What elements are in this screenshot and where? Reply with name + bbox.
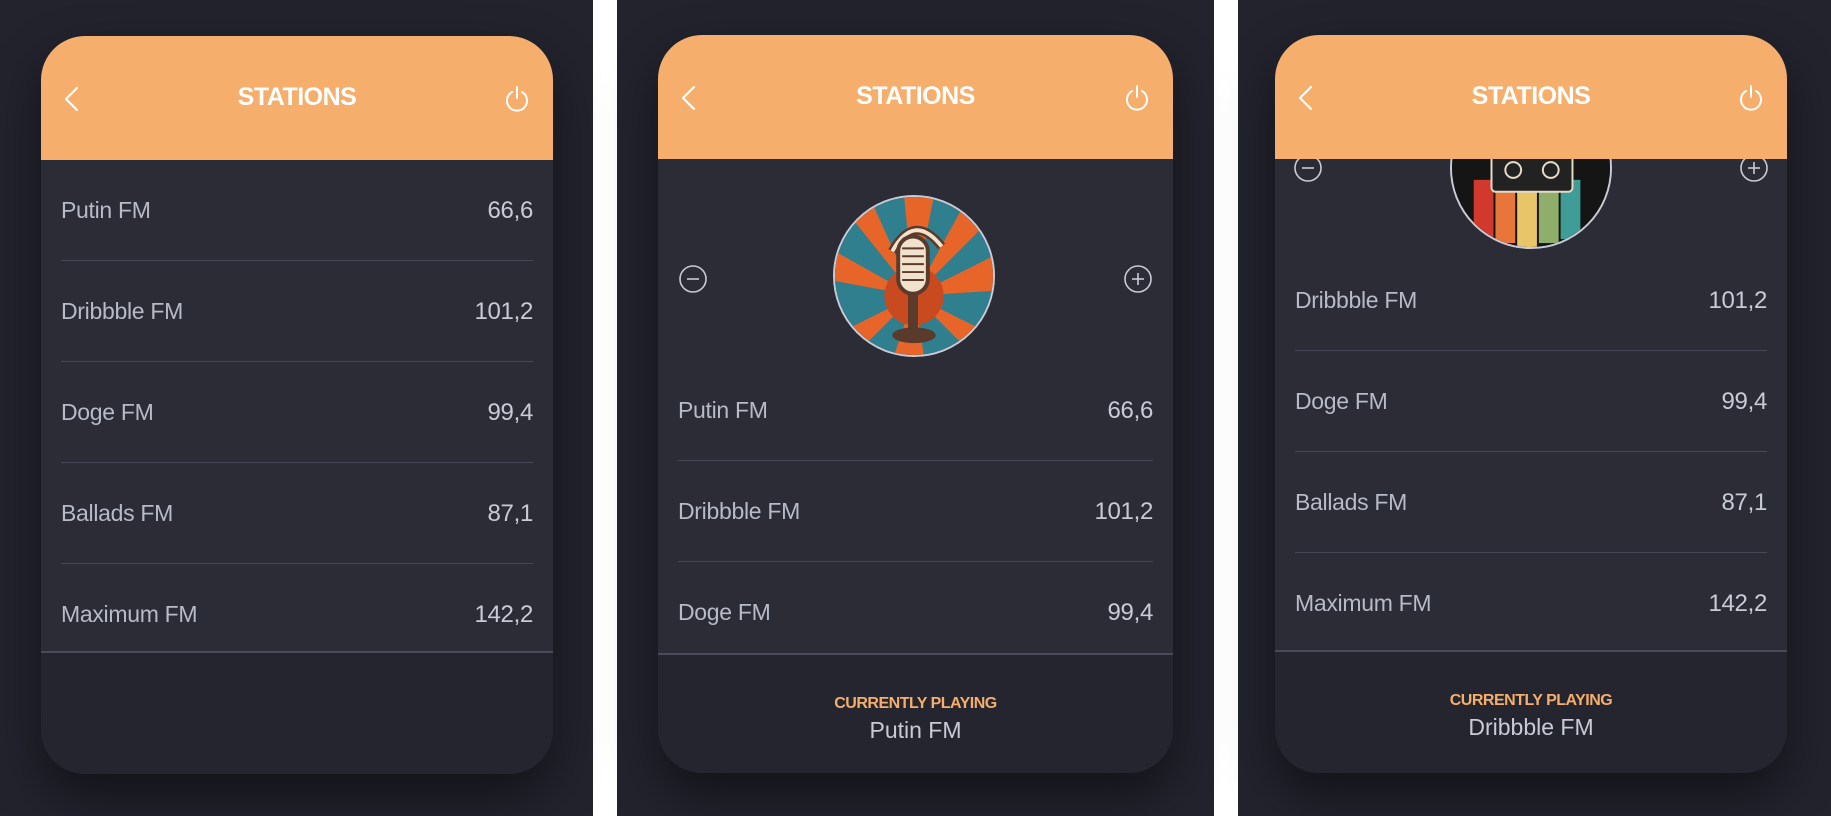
station-row[interactable]: Maximum FM 142,2 (61, 564, 533, 664)
station-name: Doge FM (61, 399, 154, 425)
screen-player-expanded: STATIONS Putin FM 66,6 Dribbble FM 101,2… (617, 0, 1214, 816)
header: STATIONS (1275, 35, 1787, 159)
station-frequency: 142,2 (474, 601, 533, 628)
station-name: Ballads FM (61, 500, 174, 526)
station-name: Dribbble FM (678, 498, 800, 524)
station-frequency: 101,2 (1708, 287, 1767, 314)
station-row[interactable]: Putin FM 66,6 (678, 360, 1153, 461)
app-card: STATIONS (1275, 35, 1787, 773)
station-list: Putin FM 66,6 Dribbble FM 101,2 Doge FM … (61, 160, 533, 664)
power-icon[interactable] (1123, 83, 1151, 113)
station-name: Dribbble FM (1295, 287, 1417, 313)
power-icon[interactable] (1737, 83, 1765, 113)
minus-circle-icon[interactable] (678, 264, 708, 294)
station-name: Maximum FM (1295, 590, 1432, 616)
station-row[interactable]: Ballads FM 87,1 (1295, 452, 1767, 553)
station-name: Putin FM (678, 397, 768, 423)
station-frequency: 142,2 (1708, 590, 1767, 617)
page-title: STATIONS (856, 82, 975, 110)
station-frequency: 87,1 (487, 500, 533, 527)
header: STATIONS (41, 36, 553, 160)
station-row[interactable]: Dribbble FM 101,2 (678, 461, 1153, 562)
now-playing-station: Putin FM (869, 717, 962, 743)
station-name: Putin FM (61, 197, 151, 223)
footer (41, 653, 553, 774)
page-title: STATIONS (1471, 82, 1591, 110)
station-name: Doge FM (1295, 388, 1388, 414)
station-frequency: 87,1 (1721, 489, 1767, 516)
station-row[interactable]: Ballads FM 87,1 (61, 463, 533, 564)
header: STATIONS (658, 35, 1173, 159)
app-card: STATIONS Putin FM 66,6 Dribbble FM 101,2… (41, 36, 553, 774)
station-name: Dribbble FM (61, 298, 183, 324)
station-name: Maximum FM (61, 601, 198, 627)
screen-player-scrolled: STATIONS Dribbble FM 101,2 Doge FM 99,4 … (1238, 0, 1831, 816)
microphone-artwork (833, 195, 995, 357)
station-row[interactable]: Putin FM 66,6 (61, 160, 533, 261)
screen-stations-list: STATIONS Putin FM 66,6 Dribbble FM 101,2… (0, 0, 593, 816)
station-list: Putin FM 66,6 Dribbble FM 101,2 Doge FM … (678, 360, 1153, 662)
now-playing-station: Dribbble FM (1468, 714, 1594, 740)
station-row[interactable]: Maximum FM 142,2 (1295, 553, 1767, 653)
station-row[interactable]: Doge FM 99,4 (1295, 351, 1767, 452)
station-list: Dribbble FM 101,2 Doge FM 99,4 Ballads F… (1295, 250, 1767, 653)
now-playing-footer: CURRENTLY PLAYING Dribbble FM (1275, 652, 1787, 773)
power-icon[interactable] (503, 84, 531, 114)
station-row[interactable]: Dribbble FM 101,2 (61, 261, 533, 362)
station-row[interactable]: Dribbble FM 101,2 (1295, 250, 1767, 351)
station-row[interactable]: Doge FM 99,4 (678, 562, 1153, 662)
station-frequency: 101,2 (1094, 498, 1153, 525)
page-title: STATIONS (237, 83, 357, 111)
station-frequency: 99,4 (487, 399, 533, 426)
station-name: Doge FM (678, 599, 771, 625)
station-frequency: 66,6 (1107, 397, 1153, 424)
station-row[interactable]: Doge FM 99,4 (61, 362, 533, 463)
plus-circle-icon[interactable] (1123, 264, 1153, 294)
station-frequency: 101,2 (474, 298, 533, 325)
currently-playing-label: CURRENTLY PLAYING (834, 695, 997, 712)
station-frequency: 99,4 (1721, 388, 1767, 415)
station-frequency: 66,6 (487, 197, 533, 224)
station-name: Ballads FM (1295, 489, 1408, 515)
currently-playing-label: CURRENTLY PLAYING (1449, 692, 1613, 709)
station-frequency: 99,4 (1107, 599, 1153, 626)
now-playing-footer: CURRENTLY PLAYING Putin FM (658, 655, 1173, 773)
app-card: STATIONS (658, 35, 1173, 773)
